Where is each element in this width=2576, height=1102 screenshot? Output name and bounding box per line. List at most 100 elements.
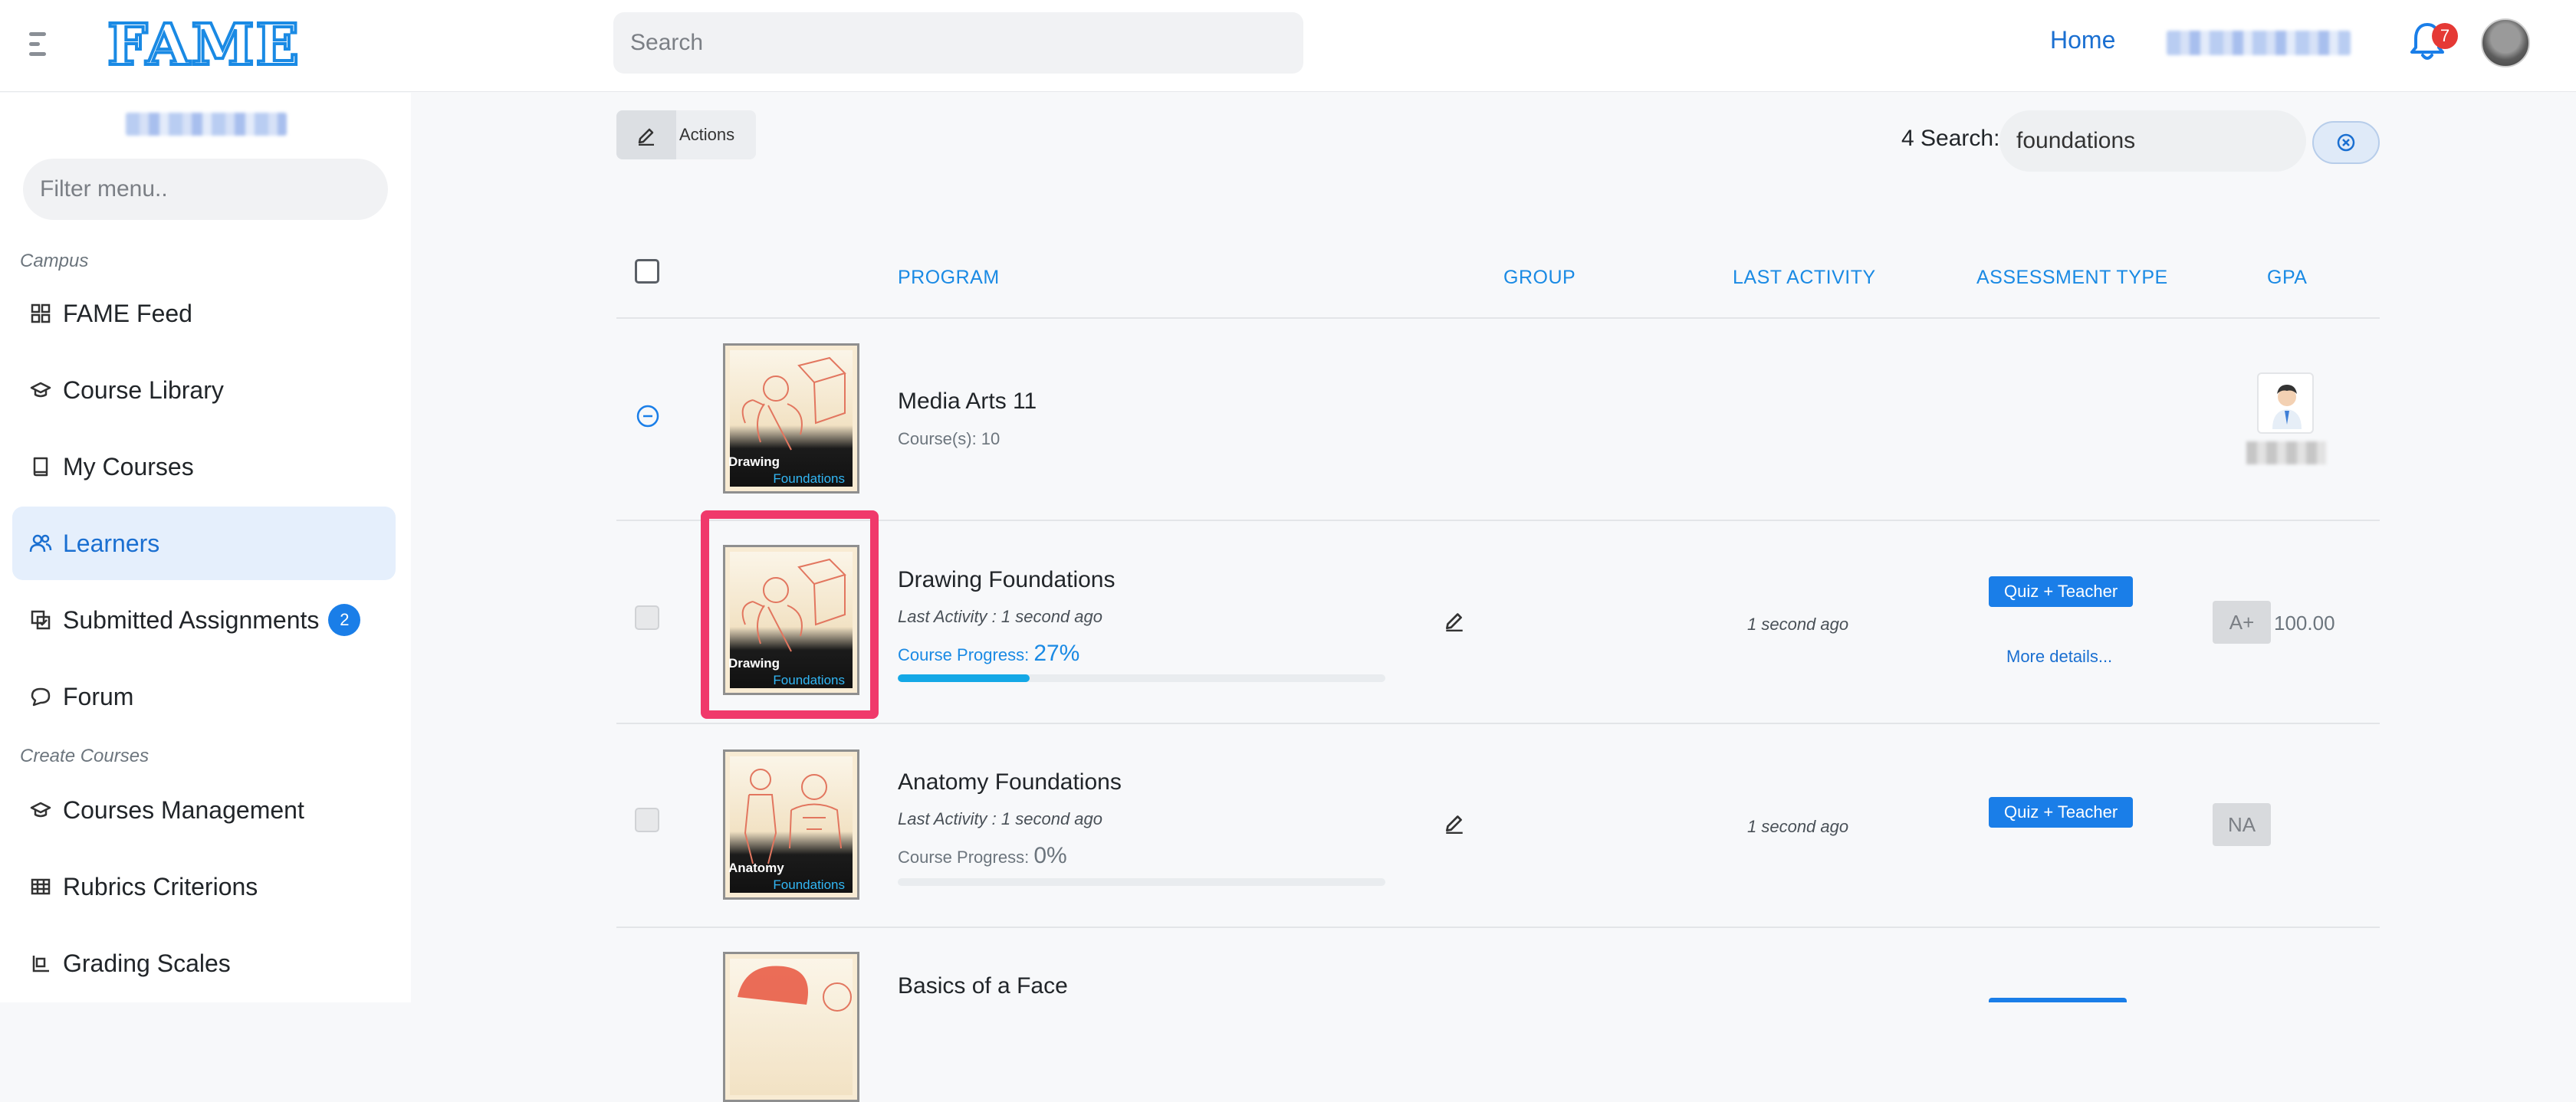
grade-letter-box: NA <box>2213 803 2271 846</box>
thumbnail-title-line2: Foundations <box>773 471 845 486</box>
program-thumbnail: Drawing Foundations <box>723 343 859 494</box>
thumbnail-title-line1: Drawing <box>728 656 780 671</box>
sidebar-user-name-redacted <box>126 113 287 136</box>
course-progress-fill <box>898 674 1030 682</box>
notification-badge: 7 <box>2432 23 2458 49</box>
sketch-figure-icon <box>741 558 846 652</box>
table-header: PROGRAM GROUP LAST ACTIVITY ASSESSMENT T… <box>616 238 2380 319</box>
course-thumbnail[interactable]: Anatomy Foundations <box>723 749 859 900</box>
sidebar-item-label: Submitted Assignments <box>63 605 320 634</box>
assignments-count-badge: 2 <box>328 604 361 636</box>
global-search-input[interactable] <box>613 12 1303 74</box>
course-title[interactable]: Anatomy Foundations <box>898 769 1122 795</box>
anatomy-sketch-icon <box>744 769 842 864</box>
assessment-type-badge[interactable] <box>1989 998 2127 1002</box>
grid-icon <box>28 300 54 326</box>
program-title[interactable]: Media Arts 11 <box>898 389 1037 415</box>
filter-menu-input[interactable] <box>23 159 388 220</box>
select-all-checkbox[interactable] <box>635 259 659 284</box>
sidebar-item-label: Learners <box>63 529 160 557</box>
section-title-campus: Campus <box>20 251 89 271</box>
book-icon <box>28 454 54 480</box>
collapse-icon[interactable] <box>635 403 661 429</box>
column-header-last-activity[interactable]: LAST ACTIVITY <box>1733 267 1876 289</box>
assessment-type-badge[interactable]: Quiz + Teacher <box>1989 797 2134 828</box>
course-title[interactable]: Basics of a Face <box>898 973 1068 999</box>
pencil-icon <box>616 110 676 159</box>
sidebar-item-label: My Courses <box>63 452 194 480</box>
actions-button[interactable]: Actions <box>616 110 756 159</box>
sidebar-item-grading-scales[interactable]: Grading Scales <box>12 927 396 1000</box>
course-thumbnail[interactable] <box>723 952 859 1102</box>
edit-group-pencil-icon[interactable] <box>1443 608 1466 632</box>
section-title-create-courses: Create Courses <box>20 746 150 766</box>
more-details-link[interactable]: More details... <box>2006 647 2112 667</box>
sidebar-item-label: Forum <box>63 682 134 710</box>
course-thumbnail[interactable]: Drawing Foundations <box>723 545 859 695</box>
top-bar: FAME Home 7 <box>0 0 2576 92</box>
sidebar-item-my-courses[interactable]: My Courses <box>12 430 396 503</box>
graduation-cap-icon <box>28 797 54 823</box>
column-header-program[interactable]: PROGRAM <box>898 267 1000 289</box>
sidebar-item-learners[interactable]: Learners <box>12 507 396 580</box>
teacher-name-redacted <box>2246 441 2326 464</box>
sketch-figure-icon <box>741 356 846 451</box>
sidebar-item-course-library[interactable]: Course Library <box>12 353 396 427</box>
edit-group-pencil-icon[interactable] <box>1443 811 1466 835</box>
sidebar-item-submitted-assignments[interactable]: Submitted Assignments 2 <box>12 583 396 657</box>
sidebar-item-rubrics-criterions[interactable]: Rubrics Criterions <box>12 850 396 923</box>
thumbnail-title-line2: Foundations <box>773 877 845 892</box>
clear-search-button[interactable] <box>2312 121 2380 164</box>
sidebar-item-label: Courses Management <box>63 795 304 824</box>
scale-icon <box>28 950 54 976</box>
table-row <box>616 521 2380 724</box>
sidebar-item-forum[interactable]: Forum <box>12 660 396 733</box>
table-search-input[interactable] <box>1999 110 2306 172</box>
course-progress-bar <box>898 674 1385 682</box>
last-activity-cell: 1 second ago <box>1747 817 1849 836</box>
face-sketch-icon <box>738 966 852 1012</box>
sidebar-item-label: Course Library <box>63 376 224 404</box>
program-row <box>616 319 2380 521</box>
thumbnail-title-line2: Foundations <box>773 673 845 687</box>
sidebar-item-fame-feed[interactable]: FAME Feed <box>12 277 396 350</box>
assessment-type-badge[interactable]: Quiz + Teacher <box>1989 576 2134 607</box>
assignments-icon <box>28 607 54 633</box>
course-title[interactable]: Drawing Foundations <box>898 567 1116 593</box>
grade-letter-box: A+ <box>2213 601 2271 644</box>
home-link[interactable]: Home <box>2050 26 2115 54</box>
column-header-group[interactable]: GROUP <box>1503 267 1576 289</box>
chat-bubble-icon <box>28 684 54 710</box>
progress-label-text: Course Progress: <box>898 848 1030 867</box>
fame-logo[interactable]: FAME <box>106 11 301 80</box>
menu-toggle-icon[interactable] <box>29 29 52 60</box>
course-progress-label: Course Progress: 0% <box>898 843 1067 869</box>
sidebar-item-label: FAME Feed <box>63 299 192 327</box>
users-icon <box>28 530 54 556</box>
course-last-activity-line: Last Activity : 1 second ago <box>898 809 1102 828</box>
row-checkbox[interactable] <box>635 808 659 832</box>
graduation-cap-icon <box>28 377 54 403</box>
thumbnail-title-line1: Anatomy <box>728 861 784 875</box>
column-header-gpa[interactable]: GPA <box>2267 267 2307 289</box>
course-progress-label: Course Progress: 27% <box>898 641 1079 667</box>
progress-label-text: Course Progress: <box>898 645 1030 664</box>
progress-value: 0% <box>1033 843 1067 868</box>
program-course-count: Course(s): 10 <box>898 429 1001 448</box>
close-circle-icon <box>2337 133 2355 152</box>
search-count-label: 4 Search: <box>1901 126 2000 151</box>
course-last-activity-line: Last Activity : 1 second ago <box>898 607 1102 626</box>
row-checkbox[interactable] <box>635 605 659 630</box>
user-name-redacted[interactable] <box>2167 31 2351 55</box>
gpa-value: 100.00 <box>2274 612 2335 635</box>
sidebar-item-label: Rubrics Criterions <box>63 872 258 900</box>
teacher-avatar[interactable] <box>2257 372 2314 434</box>
table-icon <box>28 874 54 900</box>
column-header-assessment-type[interactable]: ASSESSMENT TYPE <box>1976 267 2168 289</box>
progress-value: 27% <box>1033 641 1080 666</box>
sidebar: Campus FAME Feed Course Library My Cours… <box>0 93 411 1002</box>
actions-label: Actions <box>679 125 735 144</box>
sidebar-item-courses-management[interactable]: Courses Management <box>12 773 396 847</box>
avatar[interactable] <box>2481 18 2530 67</box>
thumbnail-title-line1: Drawing <box>728 454 780 469</box>
